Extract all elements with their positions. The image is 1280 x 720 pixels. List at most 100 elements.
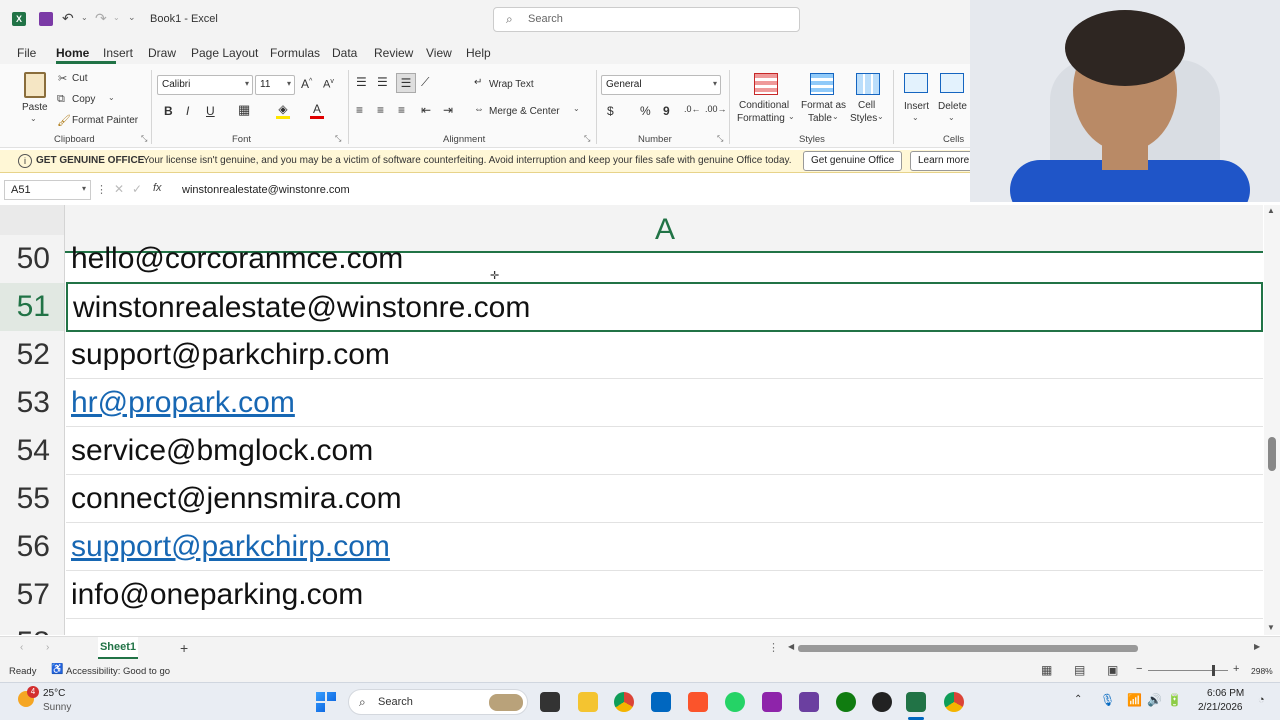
insert-label[interactable]: Insert (904, 101, 929, 112)
font-name-select[interactable]: Calibri ▾ (157, 75, 253, 95)
sheet-prev-icon[interactable]: ‹ (20, 642, 23, 653)
accessibility-icon[interactable]: ♿ (51, 664, 63, 675)
accessibility-status[interactable]: Accessibility: Good to go (66, 666, 170, 677)
name-box[interactable]: A51 ▾ (4, 180, 91, 200)
row-header[interactable]: 54 (0, 427, 65, 475)
row-header[interactable]: 52 (0, 331, 65, 379)
increase-decimal-icon[interactable]: .0← (684, 104, 701, 114)
battery-icon[interactable]: 🔋 (1167, 693, 1182, 707)
align-left-icon[interactable]: ≡ (356, 103, 363, 117)
copy-label[interactable]: Copy (72, 94, 95, 105)
copy-dropdown-icon[interactable]: ⌄ (108, 93, 115, 102)
confirm-icon[interactable]: ✓ (132, 182, 142, 196)
insert-dropdown-icon[interactable]: ⌄ (912, 113, 919, 122)
zoom-out-icon[interactable]: − (1136, 663, 1142, 675)
get-genuine-office-button[interactable]: Get genuine Office (803, 151, 903, 171)
redo-dropdown-icon[interactable]: ⌄ (113, 13, 120, 22)
underline-icon[interactable]: U (206, 104, 215, 118)
tab-help[interactable]: Help (466, 46, 491, 60)
row-header[interactable]: 56 (0, 523, 65, 571)
decrease-indent-icon[interactable]: ⇤ (421, 103, 431, 117)
number-format-select[interactable]: General ▾ (601, 75, 721, 95)
brave-icon[interactable] (688, 692, 708, 712)
delete-cells-icon[interactable] (940, 73, 964, 93)
excel-taskbar-icon[interactable] (906, 692, 926, 712)
format-painter-label[interactable]: Format Painter (72, 115, 138, 126)
normal-view-icon[interactable]: ▦ (1041, 663, 1052, 677)
align-bottom-icon[interactable]: ☰ (396, 73, 416, 93)
row-header[interactable]: 53 (0, 379, 65, 427)
cell-a56-link[interactable]: support@parkchirp.com (66, 523, 1263, 571)
merge-center-icon[interactable]: ⇔ (474, 104, 484, 115)
scroll-down-icon[interactable]: ▼ (1267, 623, 1275, 632)
chrome-profile-icon[interactable] (944, 692, 964, 712)
comma-style-icon[interactable]: 9 (663, 104, 670, 118)
font-launcher-icon[interactable]: ⤡ (335, 134, 341, 144)
formula-input[interactable]: winstonrealestate@winstonre.com (182, 184, 350, 196)
increase-font-icon[interactable]: A^ (301, 77, 312, 91)
decrease-font-icon[interactable]: Av (323, 78, 334, 91)
format-as-table-label-2[interactable]: Table (808, 113, 832, 124)
conditional-formatting-icon[interactable] (754, 73, 778, 95)
paste-label[interactable]: Paste (22, 102, 48, 113)
zoom-level[interactable]: 298% (1251, 666, 1273, 676)
customize-toolbar-icon[interactable]: ⌄ (128, 12, 136, 23)
search-input[interactable]: ⌕ Search (493, 7, 800, 32)
cancel-icon[interactable]: ✕ (114, 182, 124, 196)
cell-styles-icon[interactable] (856, 73, 880, 95)
cell-a51-selected[interactable]: winstonrealestate@winstonre.com (66, 282, 1263, 332)
show-hidden-icons[interactable]: ⌃ (1074, 694, 1082, 705)
orientation-icon[interactable]: ⟋ (421, 75, 429, 90)
cut-icon[interactable]: ✂ (58, 72, 67, 85)
chrome-icon[interactable] (614, 692, 634, 712)
conditional-formatting-label-2[interactable]: Formatting (737, 113, 785, 124)
italic-icon[interactable]: I (186, 104, 189, 118)
store-icon[interactable] (651, 692, 671, 712)
paste-dropdown-icon[interactable]: ⌄ (30, 114, 37, 123)
fill-color-icon[interactable]: ◈ (276, 102, 290, 119)
border-icon[interactable]: ▦ (238, 102, 250, 118)
clipboard-launcher-icon[interactable]: ⤡ (141, 134, 147, 144)
alignment-launcher-icon[interactable]: ⤡ (584, 134, 590, 144)
cell-a54[interactable]: service@bmglock.com (66, 427, 1263, 475)
cell-a53-link[interactable]: hr@propark.com (66, 379, 1263, 427)
insert-cells-icon[interactable] (904, 73, 928, 93)
cell-a50[interactable]: hello@corcoranmce.com (66, 235, 1263, 283)
more-options-icon[interactable]: ⋮ (768, 641, 779, 654)
wrap-text-label[interactable]: Wrap Text (489, 79, 534, 90)
clock-date[interactable]: 2/21/2026 (1198, 702, 1243, 713)
task-view-icon[interactable] (540, 692, 560, 712)
scroll-up-icon[interactable]: ▲ (1267, 206, 1275, 215)
scroll-left-icon[interactable]: ◀ (788, 642, 794, 651)
zoom-slider-thumb[interactable] (1212, 665, 1215, 676)
row-header[interactable]: 55 (0, 475, 65, 523)
cell-styles-label-1[interactable]: Cell (858, 100, 875, 111)
weather-desc[interactable]: Sunny (43, 702, 71, 713)
format-painter-icon[interactable]: 🖌 (57, 114, 71, 127)
tab-page-layout[interactable]: Page Layout (191, 46, 258, 60)
zoom-slider[interactable] (1148, 670, 1228, 671)
windows-start-icon[interactable] (316, 692, 336, 712)
delete-label[interactable]: Delete (938, 101, 967, 112)
row-header[interactable]: 58 (0, 619, 65, 635)
merge-center-label[interactable]: Merge & Center (489, 106, 560, 117)
bold-icon[interactable]: B (164, 104, 173, 118)
file-explorer-icon[interactable] (578, 692, 598, 712)
zoom-in-icon[interactable]: + (1233, 663, 1239, 675)
cell-styles-dropdown-icon[interactable]: ⌄ (877, 112, 884, 121)
wrap-text-icon[interactable]: ↵ (474, 77, 482, 88)
font-color-icon[interactable]: A (310, 102, 324, 119)
clock-time[interactable]: 6:06 PM (1207, 688, 1244, 699)
whatsapp-icon[interactable] (725, 692, 745, 712)
tab-view[interactable]: View (426, 46, 452, 60)
row-header[interactable]: 50 (0, 235, 65, 283)
vertical-scroll-thumb[interactable] (1268, 437, 1276, 471)
sheet-tab-sheet1[interactable]: Sheet1 (98, 637, 138, 659)
tab-review[interactable]: Review (374, 46, 413, 60)
scroll-right-icon[interactable]: ▶ (1254, 642, 1260, 651)
page-layout-view-icon[interactable]: ▤ (1074, 663, 1085, 677)
vertical-scrollbar[interactable]: ▲ ▼ (1264, 205, 1280, 635)
format-as-table-icon[interactable] (810, 73, 834, 95)
align-top-icon[interactable]: ☰ (356, 75, 367, 89)
cell-a55[interactable]: connect@jennsmira.com (66, 475, 1263, 523)
